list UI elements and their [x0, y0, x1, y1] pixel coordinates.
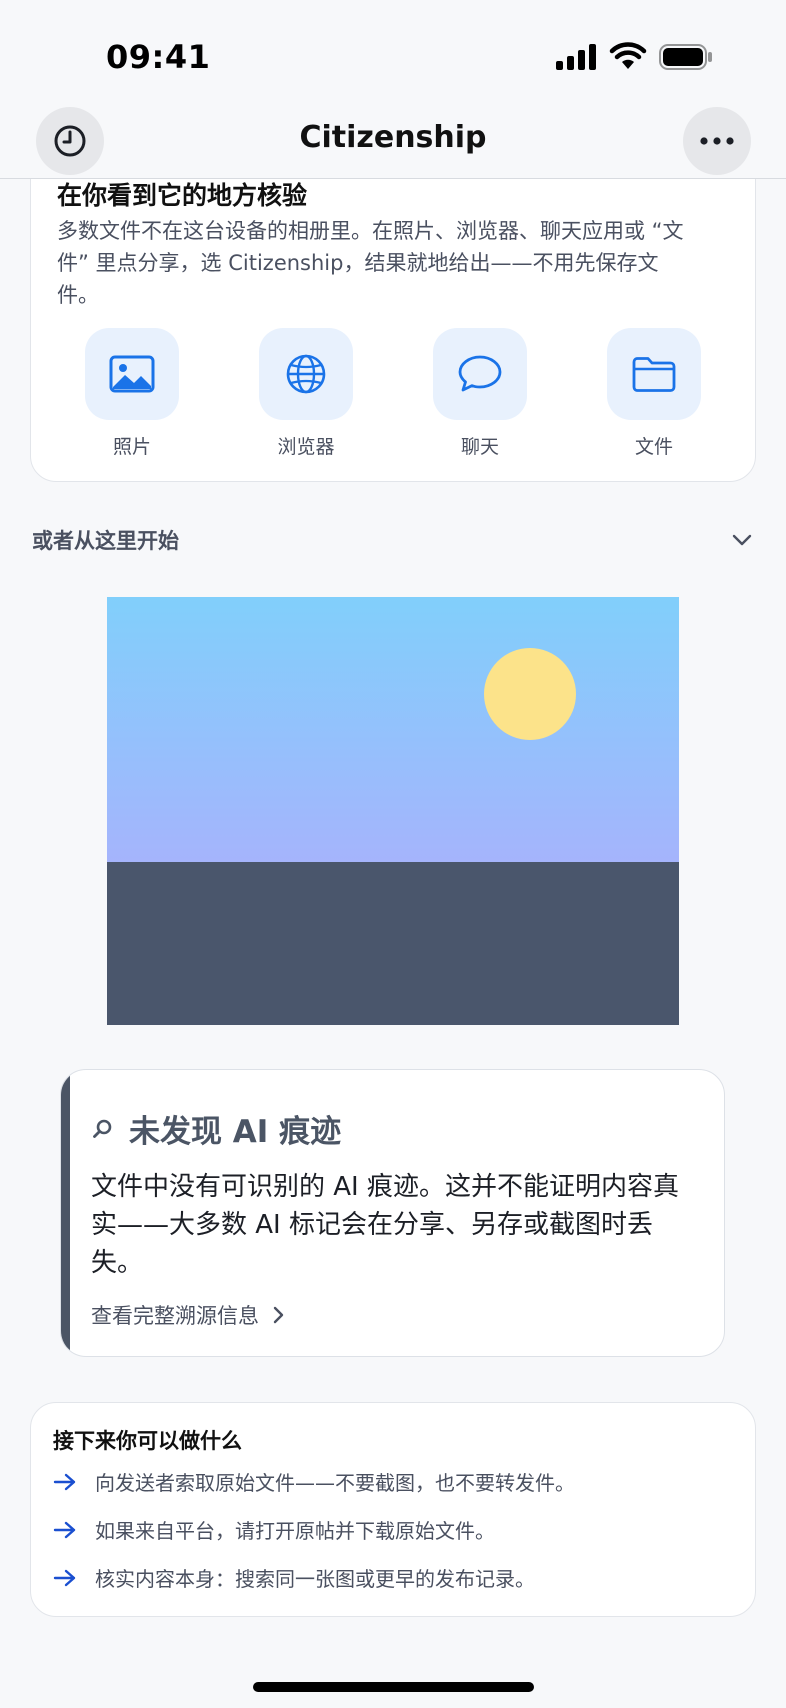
cellular-signal-icon — [556, 44, 596, 70]
source-label: 聊天 — [460, 436, 499, 458]
preview-ground — [107, 862, 679, 1025]
preview-sky — [107, 597, 679, 862]
arrow-right-icon — [53, 1473, 76, 1490]
arrow-right-icon — [53, 1569, 76, 1586]
result-title: 未发现 AI 痕迹 — [129, 1114, 342, 1150]
next-step-item: 向发送者索取原始文件——不要截图，也不要转发件。 — [53, 1467, 575, 1496]
result-body: 文件中没有可识别的 AI 痕迹。这并不能证明内容真实——大多数 AI 标记会在分… — [91, 1172, 679, 1278]
source-browser[interactable]: 浏览器 — [259, 328, 353, 459]
nav-title: Citizenship — [299, 120, 487, 155]
verify-card-title: 在你看到它的地方核验 — [57, 181, 308, 210]
chevron-down-icon[interactable] — [730, 528, 754, 552]
next-step-item: 如果来自平台，请打开原帖并下载原始文件。 — [53, 1515, 495, 1544]
globe-icon — [259, 328, 353, 420]
source-chat[interactable]: 聊天 — [433, 328, 527, 459]
image-preview — [107, 597, 679, 1025]
next-step-text: 核实内容本身：搜索同一张图或更早的发布记录。 — [95, 1567, 535, 1591]
result-card: 未发现 AI 痕迹 文件中没有可识别的 AI 痕迹。这并不能证明内容真实——大多… — [60, 1069, 725, 1357]
folder-icon — [607, 328, 701, 420]
source-label: 文件 — [634, 436, 673, 458]
source-files[interactable]: 文件 — [607, 328, 701, 459]
navigation-bar: Citizenship — [0, 107, 786, 179]
verify-card-description: 多数文件不在这台设备的相册里。在照片、浏览器、聊天应用或 “文件” 里点分享，选… — [57, 219, 684, 307]
home-indicator[interactable] — [253, 1682, 534, 1692]
source-photos[interactable]: 照片 — [85, 328, 179, 459]
chat-bubble-icon — [433, 328, 527, 420]
next-step-text: 向发送者索取原始文件——不要截图，也不要转发件。 — [95, 1471, 575, 1495]
next-step-text: 如果来自平台，请打开原帖并下载原始文件。 — [95, 1519, 495, 1543]
status-bar: 09:41 — [0, 0, 786, 108]
status-time: 09:41 — [106, 38, 211, 76]
share-sources-row: 照片 浏览器 聊天 文件 — [85, 328, 705, 468]
preview-sun — [484, 648, 576, 740]
view-provenance-label: 查看完整溯源信息 — [91, 1304, 259, 1328]
view-provenance-link[interactable]: 查看完整溯源信息 — [91, 1300, 289, 1330]
next-step-item: 核实内容本身：搜索同一张图或更早的发布记录。 — [53, 1563, 535, 1592]
chevron-right-icon — [273, 1306, 284, 1324]
arrow-right-icon — [53, 1521, 76, 1538]
next-steps-title: 接下来你可以做什么 — [53, 1429, 242, 1453]
next-steps-card: 接下来你可以做什么 向发送者索取原始文件——不要截图，也不要转发件。 如果来自平… — [30, 1402, 756, 1617]
verify-in-place-card: 在你看到它的地方核验 多数文件不在这台设备的相册里。在照片、浏览器、聊天应用或 … — [30, 140, 756, 482]
source-label: 浏览器 — [277, 436, 335, 458]
result-accent-bar — [61, 1070, 70, 1356]
more-button[interactable] — [683, 107, 751, 175]
photo-icon — [85, 328, 179, 420]
battery-icon — [659, 44, 712, 70]
start-here-disclosure-label[interactable]: 或者从这里开始 — [32, 525, 179, 555]
search-icon — [93, 1119, 112, 1138]
result-title-row: 未发现 AI 痕迹 — [91, 1106, 341, 1151]
wifi-icon — [609, 42, 647, 69]
source-label: 照片 — [112, 436, 151, 458]
more-ellipsis-icon — [700, 137, 734, 145]
